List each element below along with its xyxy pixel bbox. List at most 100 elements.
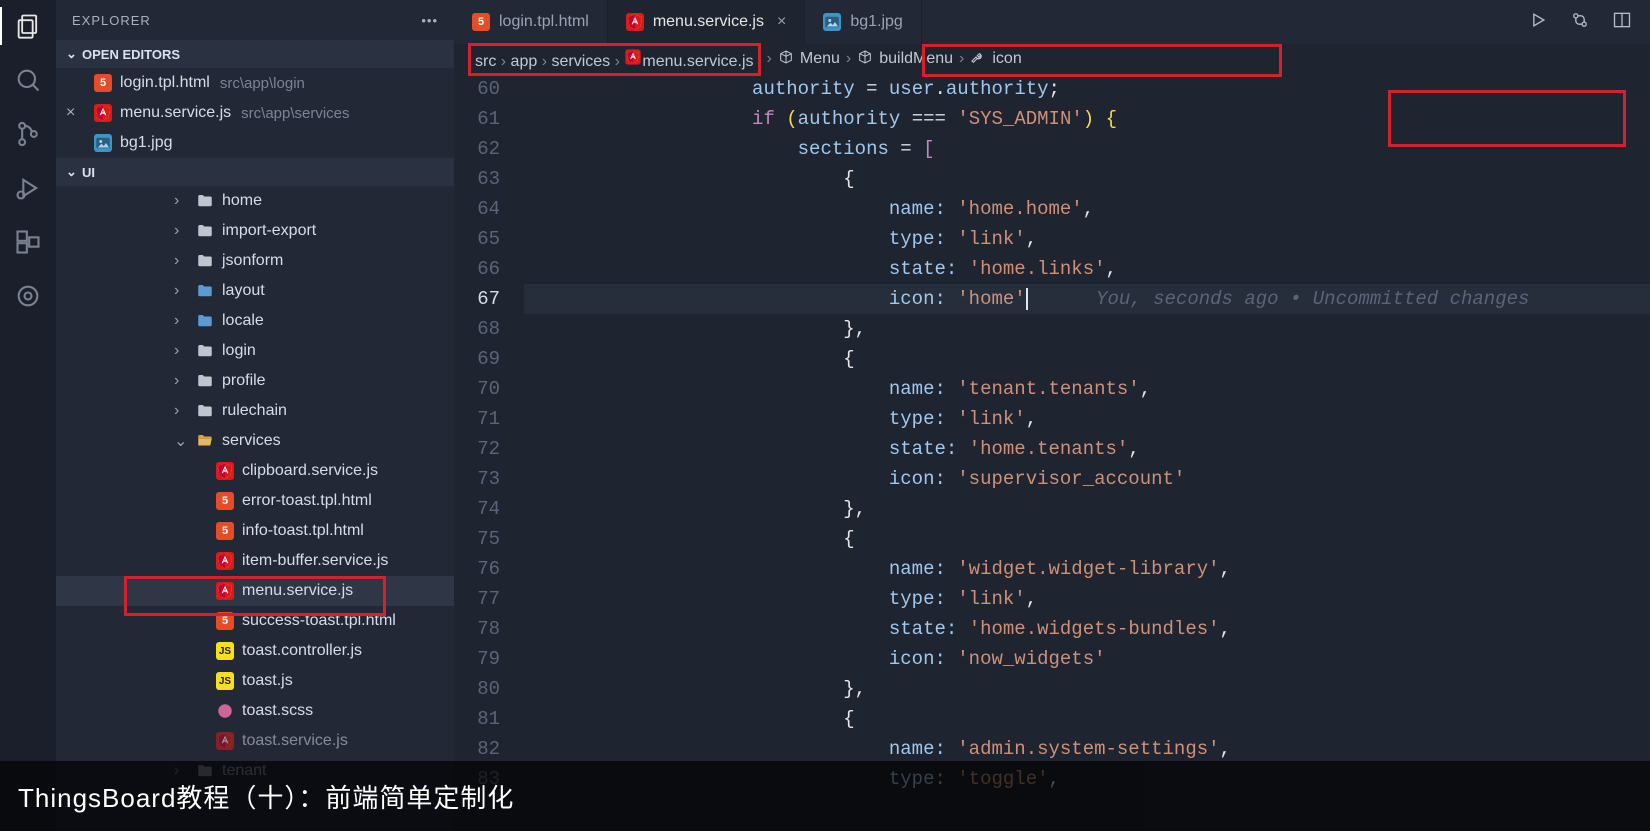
code-line[interactable]: {: [524, 164, 1650, 194]
tree-item[interactable]: item-buffer.service.js: [56, 546, 454, 576]
tree-item-label: services: [222, 432, 281, 450]
code-line[interactable]: {: [524, 344, 1650, 374]
code-line[interactable]: type: 'link',: [524, 404, 1650, 434]
tree-item-label: toast.scss: [242, 702, 313, 720]
tree-item[interactable]: ›import-export: [56, 216, 454, 246]
tree-item-label: toast.js: [242, 672, 293, 690]
code-line[interactable]: if (authority === 'SYS_ADMIN') {: [524, 104, 1650, 134]
code-line[interactable]: icon: 'supervisor_account': [524, 464, 1650, 494]
tree-item[interactable]: 5success-toast.tpl.html: [56, 606, 454, 636]
tree-item-label: rulechain: [222, 402, 287, 420]
code-line[interactable]: {: [524, 524, 1650, 554]
code-line[interactable]: },: [524, 314, 1650, 344]
html5-icon: 5: [216, 522, 234, 540]
tree-item[interactable]: 5info-toast.tpl.html: [56, 516, 454, 546]
close-icon[interactable]: ×: [777, 13, 786, 31]
code-line[interactable]: icon: 'now_widgets': [524, 644, 1650, 674]
chevron-right-icon: ›: [610, 53, 624, 70]
chevron-right-icon: ›: [846, 50, 851, 68]
open-editor-item[interactable]: 5login.tpl.htmlsrc\app\login: [56, 68, 454, 98]
code-editor[interactable]: 6061626364656667686970717273747576777879…: [454, 74, 1650, 831]
angular-icon: [626, 13, 644, 31]
breadcrumb-part[interactable]: Menu: [800, 50, 840, 68]
compare-icon[interactable]: [1570, 10, 1590, 34]
code-line[interactable]: },: [524, 494, 1650, 524]
tree-item[interactable]: ›rulechain: [56, 396, 454, 426]
breadcrumb-part[interactable]: app: [511, 53, 538, 70]
breadcrumb-part[interactable]: src: [475, 53, 496, 70]
breadcrumb-part[interactable]: services: [551, 53, 610, 70]
breadcrumb-part[interactable]: icon: [992, 50, 1021, 68]
open-editor-item[interactable]: bg1.jpg: [56, 128, 454, 158]
chevron-icon: ›: [174, 252, 188, 270]
tree-item[interactable]: ›home: [56, 186, 454, 216]
code-line[interactable]: name: 'widget.widget-library',: [524, 554, 1650, 584]
open-editor-item[interactable]: ×menu.service.jssrc\app\services: [56, 98, 454, 128]
source-control-icon[interactable]: [14, 120, 42, 148]
code-line[interactable]: icon: 'home' You, seconds ago • Uncommit…: [524, 284, 1650, 314]
file-name: login.tpl.html: [120, 74, 210, 92]
angular-icon: [216, 582, 234, 600]
line-number: 62: [454, 134, 500, 164]
editor-area: 5login.tpl.htmlmenu.service.js×bg1.jpg s…: [454, 0, 1650, 831]
search-icon[interactable]: [14, 66, 42, 94]
breadcrumb-part[interactable]: buildMenu: [879, 50, 953, 68]
code-line[interactable]: name: 'admin.system-settings',: [524, 734, 1650, 764]
files-icon[interactable]: [14, 12, 42, 40]
folder-root-header[interactable]: ⌄UI: [56, 158, 454, 186]
editor-actions: [1528, 0, 1650, 44]
code-line[interactable]: authority = user.authority;: [524, 74, 1650, 104]
line-number: 65: [454, 224, 500, 254]
tree-item[interactable]: ›login: [56, 336, 454, 366]
tree-item[interactable]: ›locale: [56, 306, 454, 336]
line-number: 74: [454, 494, 500, 524]
angular-icon: [216, 732, 234, 750]
code-content[interactable]: authority = user.authority; if (authorit…: [524, 74, 1650, 831]
breadcrumb-part[interactable]: menu.service.js: [642, 53, 753, 70]
open-editors-header[interactable]: ⌄OPEN EDITORS: [56, 40, 454, 68]
tree-item[interactable]: 5error-toast.tpl.html: [56, 486, 454, 516]
open-editors-list: 5login.tpl.htmlsrc\app\login×menu.servic…: [56, 68, 454, 158]
code-line[interactable]: type: 'link',: [524, 224, 1650, 254]
split-editor-icon[interactable]: [1612, 10, 1632, 34]
code-line[interactable]: {: [524, 704, 1650, 734]
extensions-icon[interactable]: [14, 228, 42, 256]
tree-item[interactable]: ⌄services: [56, 426, 454, 456]
tree-item[interactable]: toast.service.js: [56, 726, 454, 756]
line-number: 80: [454, 674, 500, 704]
line-number: 66: [454, 254, 500, 284]
file-path: src\app\login: [220, 75, 305, 92]
tree-item[interactable]: menu.service.js: [56, 576, 454, 606]
close-icon[interactable]: ×: [66, 104, 82, 122]
line-number: 79: [454, 644, 500, 674]
editor-tab[interactable]: menu.service.js×: [608, 0, 806, 44]
code-line[interactable]: name: 'home.home',: [524, 194, 1650, 224]
tree-item[interactable]: ›profile: [56, 366, 454, 396]
tree-item-label: clipboard.service.js: [242, 462, 378, 480]
more-icon[interactable]: •••: [421, 13, 438, 28]
code-line[interactable]: state: 'home.widgets-bundles',: [524, 614, 1650, 644]
breadcrumb[interactable]: src › app › services › menu.service.js ›…: [454, 44, 1650, 74]
code-line[interactable]: sections = [: [524, 134, 1650, 164]
line-number: 78: [454, 614, 500, 644]
gitlens-icon[interactable]: [14, 282, 42, 310]
editor-tab[interactable]: bg1.jpg: [805, 0, 922, 44]
tree-item[interactable]: JStoast.js: [56, 666, 454, 696]
run-icon[interactable]: [1528, 10, 1548, 34]
code-line[interactable]: type: 'link',: [524, 584, 1650, 614]
code-line[interactable]: state: 'home.links',: [524, 254, 1650, 284]
tree-item[interactable]: JStoast.controller.js: [56, 636, 454, 666]
code-line[interactable]: name: 'tenant.tenants',: [524, 374, 1650, 404]
sass-icon: [216, 702, 234, 720]
tree-item[interactable]: ›layout: [56, 276, 454, 306]
debug-icon[interactable]: [14, 174, 42, 202]
editor-tab[interactable]: 5login.tpl.html: [454, 0, 608, 44]
tree-item-label: item-buffer.service.js: [242, 552, 388, 570]
code-line[interactable]: },: [524, 674, 1650, 704]
tree-item[interactable]: ›jsonform: [56, 246, 454, 276]
code-line[interactable]: state: 'home.tenants',: [524, 434, 1650, 464]
tree-item[interactable]: toast.scss: [56, 696, 454, 726]
tree-item[interactable]: clipboard.service.js: [56, 456, 454, 486]
line-number: 72: [454, 434, 500, 464]
tree-item-label: toast.service.js: [242, 732, 348, 750]
